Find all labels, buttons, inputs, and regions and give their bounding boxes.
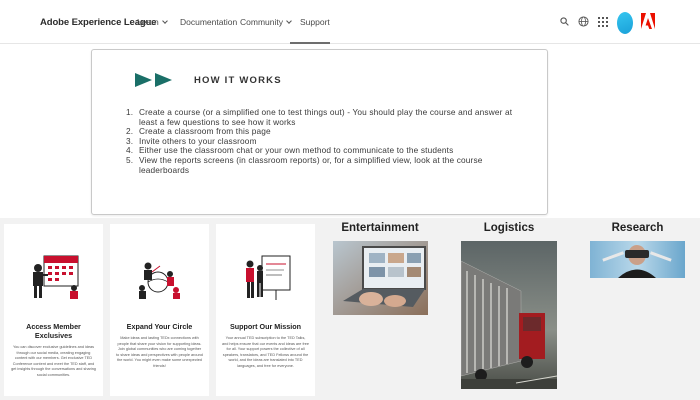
nav-item-label: Documentation <box>180 17 238 27</box>
nav-item-label: Community <box>240 17 283 27</box>
nav-item-community[interactable]: Community <box>240 17 292 27</box>
chevron-down-icon <box>286 18 292 24</box>
benefit-title: Support Our Mission <box>229 322 302 331</box>
how-it-works-steps: 1. Create a course (or a simplified one t… <box>126 107 531 175</box>
benefit-title: Expand Your Circle <box>126 322 193 331</box>
nav-item-label: Learn <box>137 17 159 27</box>
entertainment-image[interactable] <box>333 241 428 315</box>
avatar[interactable] <box>617 12 633 34</box>
how-it-works-title: HOW IT WORKS <box>194 75 282 86</box>
top-nav: Adobe Experience League Learn Documentat… <box>0 0 700 44</box>
logistics-image[interactable] <box>461 241 557 389</box>
benefit-title: Access Member Exclusives <box>26 322 81 340</box>
industry-title-logistics: Logistics <box>483 222 535 234</box>
nav-item-label: Support <box>300 17 330 27</box>
globe-icon[interactable] <box>578 16 589 27</box>
benefit-description: You can discover exclusive guidelines an… <box>11 345 96 377</box>
active-tab-indicator <box>290 42 330 44</box>
list-item: 1. Create a course (or a simplified one t… <box>126 107 513 127</box>
nav-item-learn[interactable]: Learn <box>137 17 168 27</box>
search-icon[interactable] <box>560 17 569 26</box>
people-board-illustration <box>246 255 291 300</box>
how-it-works-card: HOW IT WORKS 1. Create a course (or a sim… <box>91 49 548 215</box>
benefit-card-circle[interactable]: Expand Your Circle Make ideas and lastin… <box>110 224 209 396</box>
adobe-logo-icon[interactable] <box>641 13 655 29</box>
benefit-description: Your annual TED subscription to the TED … <box>222 336 309 368</box>
vr-headset-photo <box>590 241 685 278</box>
nav-item-support[interactable]: Support <box>300 17 330 27</box>
industry-title-entertainment: Entertainment <box>341 222 419 234</box>
benefit-card-mission[interactable]: Support Our Mission Your annual TED subs… <box>216 224 315 396</box>
people-globe-illustration <box>139 262 180 299</box>
truck-photo <box>461 241 557 389</box>
benefit-description: Make ideas and lasting TEDx connections … <box>116 336 203 368</box>
double-play-icon <box>135 73 172 87</box>
laptop-hands-photo <box>333 241 428 315</box>
nav-item-documentation[interactable]: Documentation <box>180 17 237 27</box>
research-image[interactable] <box>590 241 685 278</box>
list-item: 5. View the reports screens (in classroom… <box>126 154 483 175</box>
apps-grid-icon[interactable] <box>598 17 608 27</box>
chevron-down-icon <box>161 18 168 24</box>
calendar-people-illustration <box>33 255 79 299</box>
benefit-card-exclusives[interactable]: Access Member Exclusives You can discove… <box>4 224 103 396</box>
industry-title-research: Research <box>611 222 664 234</box>
